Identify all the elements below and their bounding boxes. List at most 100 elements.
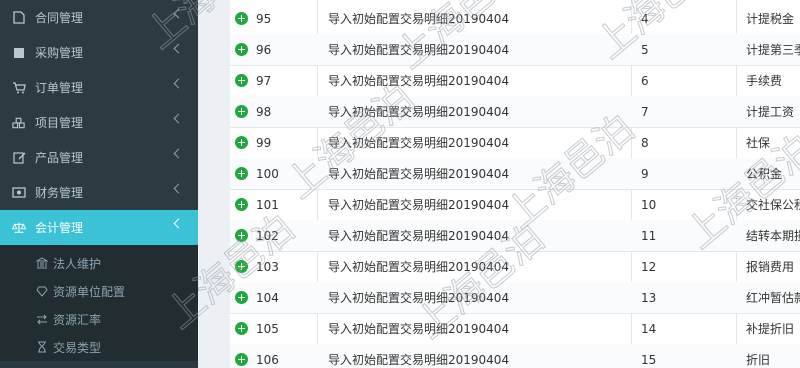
cell-name: 导入初始配置交易明细20190404 (328, 43, 510, 57)
cell-type: 折旧 (746, 353, 771, 367)
cell-id: 97 (256, 73, 272, 88)
submenu-item-3[interactable]: 交易类型 (0, 333, 198, 361)
table-row: 98 导入初始配置交易明细20190404 7 计提工资 (230, 96, 800, 128)
sidebar-item-5[interactable]: 财务管理 (0, 175, 198, 210)
expand-plus-icon[interactable] (235, 353, 248, 366)
submenu-item-2[interactable]: 资源汇率 (0, 305, 198, 333)
expand-plus-icon[interactable] (235, 291, 248, 304)
sidebar-item-label: 会计管理 (35, 221, 84, 235)
cell-name: 导入初始配置交易明细20190404 (328, 229, 510, 243)
expand-plus-icon[interactable] (235, 74, 248, 87)
cell-type: 计提第三季 (746, 43, 800, 57)
cell-type: 红冲暂估款 (746, 291, 800, 305)
cell-id: 95 (256, 11, 272, 26)
cell-sequence: 14 (641, 321, 657, 336)
cell-name: 导入初始配置交易明细20190404 (328, 198, 510, 212)
cell-id: 102 (256, 228, 279, 243)
cell-name: 导入初始配置交易明细20190404 (328, 74, 510, 88)
cell-type: 补提折旧 (746, 322, 795, 336)
cell-type: 报销费用 (746, 260, 795, 274)
cell-id: 96 (256, 42, 272, 57)
cell-sequence: 10 (641, 197, 657, 212)
expand-plus-icon[interactable] (235, 43, 248, 56)
table-row: 95 导入初始配置交易明细20190404 4 计提税金 (230, 3, 800, 35)
cell-type: 结转本期损 (746, 229, 800, 243)
chevron-left-icon (173, 218, 184, 229)
expand-plus-icon[interactable] (235, 260, 248, 273)
sidebar-submenu-accounting: 法人维护资源单位配置 资源汇率 交易类型 (0, 245, 198, 361)
cell-sequence: 15 (641, 352, 657, 367)
table-row: 101 导入初始配置交易明细20190404 10 交社保公积 (230, 189, 800, 221)
table-row: 97 导入初始配置交易明细20190404 6 手续费 (230, 65, 800, 97)
cell-sequence: 4 (641, 11, 649, 26)
sidebar-item-2[interactable]: 订单管理 (0, 70, 198, 105)
cell-sequence: 6 (641, 73, 649, 88)
cell-type: 计提税金 (746, 12, 795, 26)
expand-plus-icon[interactable] (235, 136, 248, 149)
cart-icon (12, 81, 26, 95)
cell-name: 导入初始配置交易明细20190404 (328, 105, 510, 119)
table-row: 104 导入初始配置交易明细20190404 13 红冲暂估款 (230, 282, 800, 314)
cell-sequence: 5 (641, 42, 649, 57)
table-row: 99 导入初始配置交易明细20190404 8 社保 (230, 127, 800, 159)
exchange-icon (36, 313, 48, 325)
cell-type: 计提工资 (746, 105, 795, 119)
chevron-left-icon (173, 183, 184, 194)
cell-name: 导入初始配置交易明细20190404 (328, 136, 510, 150)
cell-name: 导入初始配置交易明细20190404 (328, 291, 510, 305)
submenu-item-1[interactable]: 资源单位配置 (0, 277, 198, 305)
cell-name: 导入初始配置交易明细20190404 (328, 322, 510, 336)
cell-sequence: 8 (641, 135, 649, 150)
sidebar-item-3[interactable]: 项目管理 (0, 105, 198, 140)
sidebar-item-label: 订单管理 (35, 81, 84, 95)
hourglass-icon (36, 341, 48, 353)
cell-id: 101 (256, 197, 279, 212)
expand-plus-icon[interactable] (235, 105, 248, 118)
sidebar-item-label: 合同管理 (35, 11, 84, 25)
chevron-left-icon (173, 78, 184, 89)
table-row: 106 导入初始配置交易明细20190404 15 折旧 (230, 344, 800, 368)
cubes-icon (12, 116, 26, 130)
submenu-item-label: 法人维护 (53, 256, 102, 271)
cell-id: 98 (256, 104, 272, 119)
sidebar-item-label: 采购管理 (35, 46, 84, 60)
expand-plus-icon[interactable] (235, 198, 248, 211)
sidebar-item-1[interactable]: 采购管理 (0, 35, 198, 70)
cell-sequence: 13 (641, 290, 657, 305)
sidebar-item-label: 产品管理 (35, 151, 84, 165)
edit-icon (12, 151, 26, 165)
main-content: 95 导入初始配置交易明细20190404 4 计提税金 96 导入初始配置交易明细201… (198, 0, 800, 368)
cell-id: 100 (256, 166, 279, 181)
cell-sequence: 12 (641, 259, 657, 274)
table-row: 103 导入初始配置交易明细20190404 12 报销费用 (230, 251, 800, 283)
expand-plus-icon[interactable] (235, 229, 248, 242)
transaction-detail-table: 95 导入初始配置交易明细20190404 4 计提税金 96 导入初始配置交易明细201… (230, 0, 800, 368)
sidebar-item-0[interactable]: 合同管理 (0, 0, 198, 35)
chevron-left-icon (173, 148, 184, 159)
chevron-left-icon (173, 8, 184, 19)
cell-name: 导入初始配置交易明细20190404 (328, 353, 510, 367)
expand-plus-icon[interactable] (235, 322, 248, 335)
money-icon (12, 186, 26, 200)
expand-plus-icon[interactable] (235, 167, 248, 180)
cell-id: 103 (256, 259, 279, 274)
table-row: 105 导入初始配置交易明细20190404 14 补提折旧 (230, 313, 800, 345)
sidebar-item-6[interactable]: 会计管理 (0, 210, 198, 245)
file-icon (12, 11, 26, 25)
expand-plus-icon[interactable] (235, 12, 248, 25)
box-icon (12, 46, 26, 60)
cell-id: 106 (256, 352, 279, 367)
balance-scale-icon (12, 221, 26, 235)
diamond-icon (36, 285, 48, 297)
cell-name: 导入初始配置交易明细20190404 (328, 260, 510, 274)
cell-sequence: 7 (641, 104, 649, 119)
cell-name: 导入初始配置交易明细20190404 (328, 12, 510, 26)
bank-icon (36, 257, 48, 269)
table-row: 96 导入初始配置交易明细20190404 5 计提第三季 (230, 34, 800, 66)
sidebar-menu: 合同管理采购管理订单管理项目管理产品管理财务管理会计管理 (0, 0, 198, 245)
cell-id: 104 (256, 290, 279, 305)
submenu-item-0[interactable]: 法人维护 (0, 249, 198, 277)
table-row: 102 导入初始配置交易明细20190404 11 结转本期损 (230, 220, 800, 252)
sidebar-item-4[interactable]: 产品管理 (0, 140, 198, 175)
cell-id: 99 (256, 135, 272, 150)
